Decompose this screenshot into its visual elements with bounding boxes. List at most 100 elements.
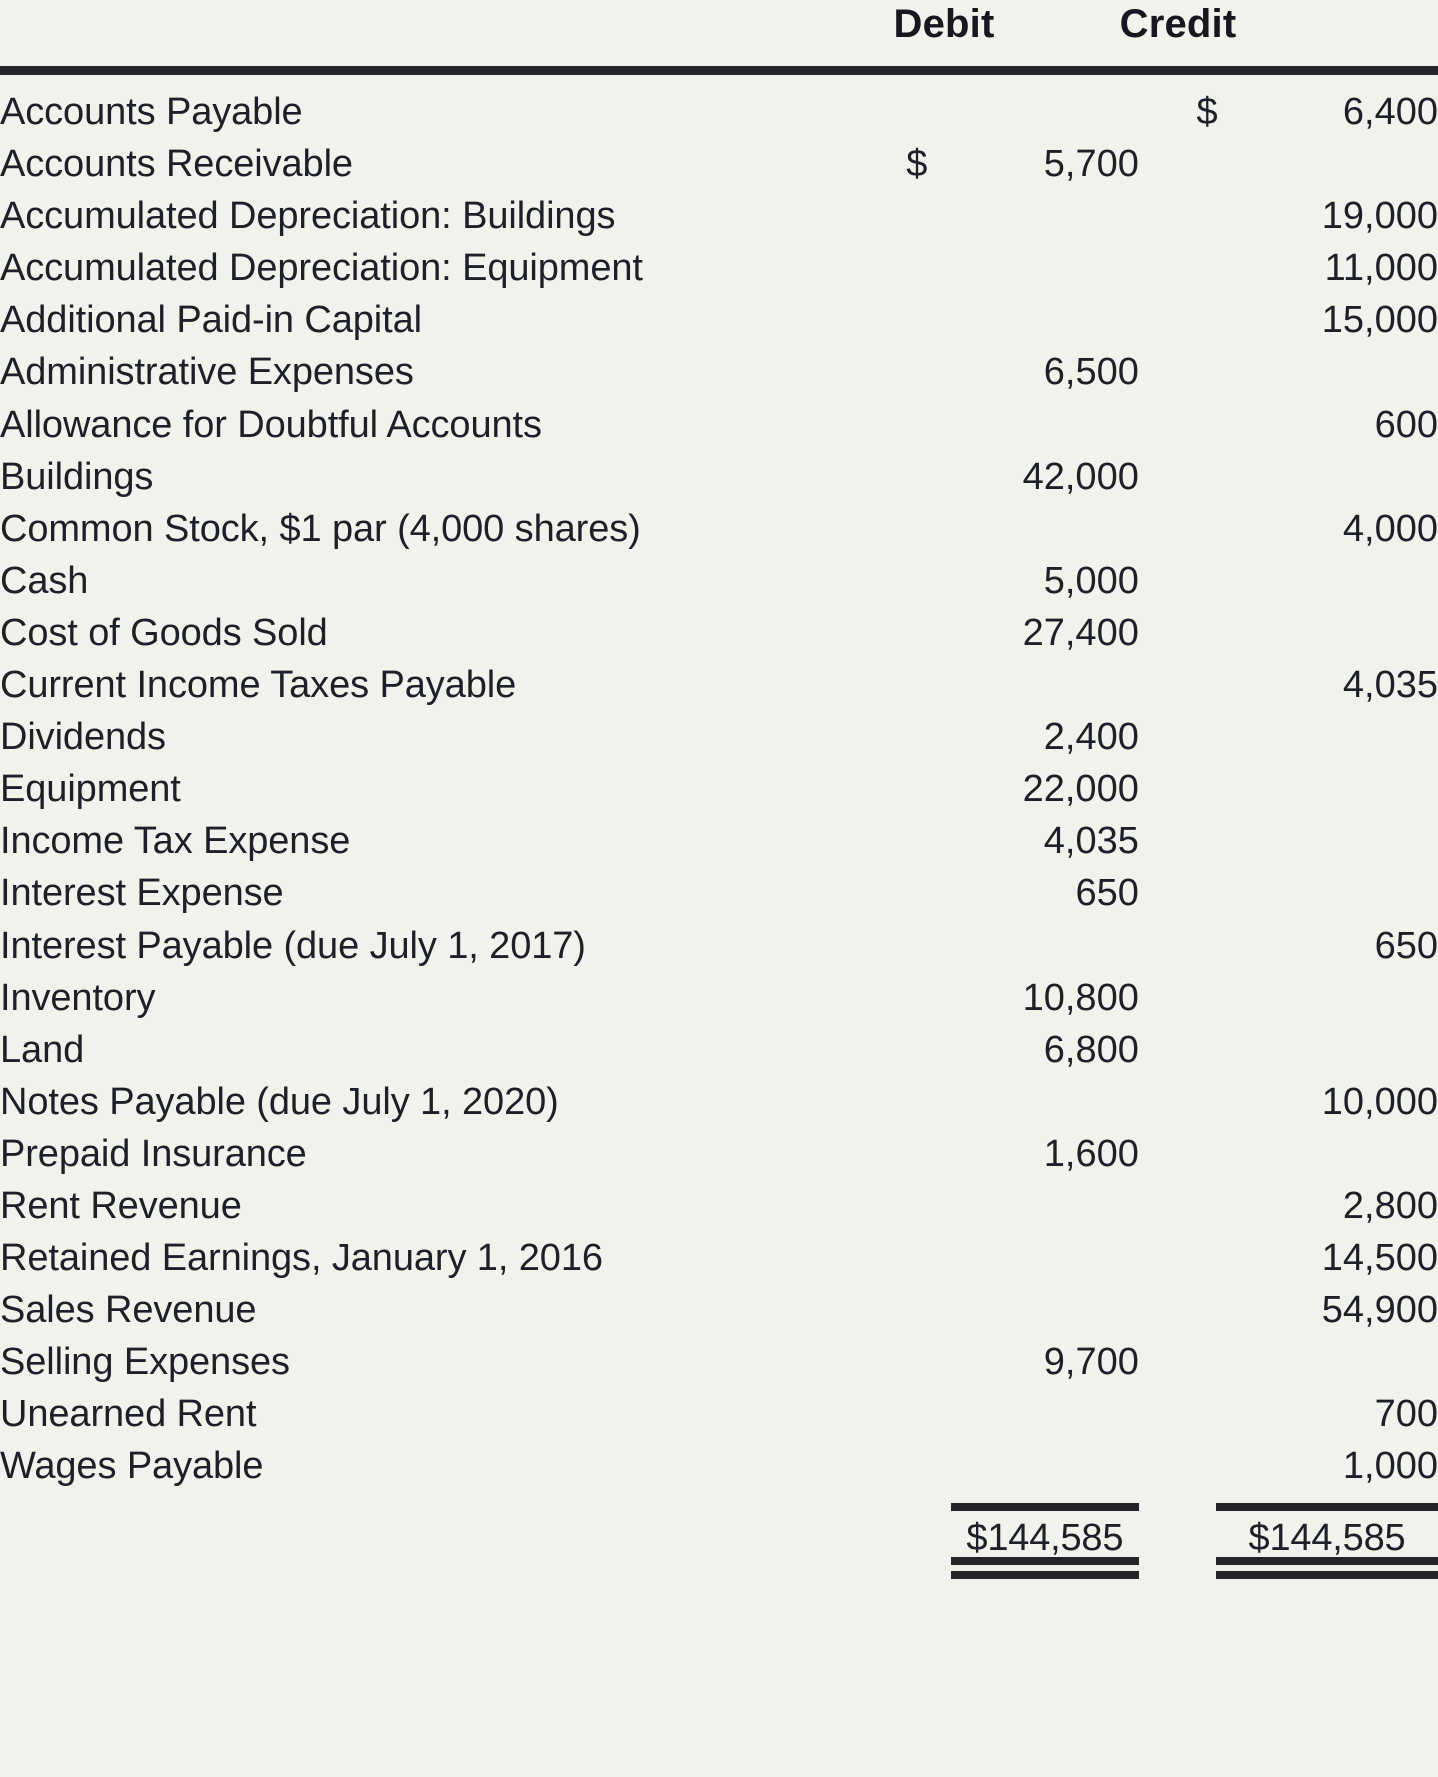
debit-currency-symbol xyxy=(906,1076,955,1128)
credit-amount-cell xyxy=(1247,607,1438,659)
account-name-cell: Accumulated Depreciation: Buildings xyxy=(0,195,616,238)
debit-currency-symbol xyxy=(906,1128,955,1180)
credit-amount-cell: 11,000 xyxy=(1324,247,1438,290)
debit-amount-cell: 42,000 xyxy=(1022,455,1139,498)
debit-amount-cell xyxy=(955,1388,1139,1440)
credit-amount-cell xyxy=(1247,867,1438,919)
table-row: Equipment 22,000 xyxy=(0,763,1438,815)
debit-currency-symbol xyxy=(906,607,955,659)
credit-amount-cell xyxy=(1247,711,1438,763)
account-name-cell: Buildings xyxy=(0,455,154,498)
credit-amount-cell: 54,900 xyxy=(1321,1289,1438,1332)
credit-amount-cell: 14,500 xyxy=(1321,1237,1438,1280)
debit-amount-cell xyxy=(955,399,1139,451)
credit-currency-symbol xyxy=(1196,1180,1247,1232)
debit-amount-cell: 27,400 xyxy=(1022,611,1139,654)
debit-amount-cell: 2,400 xyxy=(1043,716,1139,759)
column-gap xyxy=(1139,815,1197,867)
debit-amount-cell xyxy=(955,1440,1139,1492)
column-gap xyxy=(1139,1388,1197,1440)
account-name-cell: Accounts Payable xyxy=(0,91,303,133)
table-row: Income Tax Expense 4,035 xyxy=(0,815,1438,867)
account-name-cell: Notes Payable (due July 1, 2020) xyxy=(0,1080,559,1123)
credit-currency-symbol xyxy=(1196,607,1247,659)
column-gap xyxy=(1139,399,1197,451)
credit-currency-symbol xyxy=(1196,763,1247,815)
column-gap xyxy=(1139,711,1197,763)
table-row: Accounts Receivable $5,700 xyxy=(0,138,1438,190)
debit-amount-cell: 650 xyxy=(1075,872,1139,915)
table-row: Administrative Expenses 6,500 xyxy=(0,346,1438,398)
table-row: Common Stock, $1 par (4,000 shares) 4,000 xyxy=(0,503,1438,555)
debit-amount-cell: 5,000 xyxy=(1043,559,1139,602)
credit-amount-cell: 19,000 xyxy=(1321,195,1438,238)
credit-currency-symbol xyxy=(1196,346,1247,398)
table-row: Accumulated Depreciation: Equipment 11,00… xyxy=(0,242,1438,294)
table-row: Cost of Goods Sold 27,400 xyxy=(0,607,1438,659)
account-name-cell: Prepaid Insurance xyxy=(0,1132,307,1175)
column-gap xyxy=(1139,1232,1197,1284)
credit-amount-cell: 4,000 xyxy=(1342,507,1438,550)
debit-currency-symbol xyxy=(906,1440,955,1492)
debit-amount-cell xyxy=(955,503,1139,555)
debit-total-rule-bottom-1 xyxy=(950,1556,1139,1565)
table-row: Wages Payable 1,000 xyxy=(0,1440,1438,1492)
table-row: Rent Revenue 2,800 xyxy=(0,1180,1438,1232)
column-headers: Debit Credit xyxy=(0,0,1438,62)
debit-amount-cell xyxy=(955,1232,1139,1284)
debit-currency-symbol xyxy=(906,1284,955,1336)
credit-currency-symbol xyxy=(1196,867,1247,919)
table-row: Current Income Taxes Payable 4,035 xyxy=(0,659,1438,711)
credit-amount-cell: 2,800 xyxy=(1342,1184,1438,1227)
debit-currency-symbol xyxy=(906,711,955,763)
account-name-cell: Administrative Expenses xyxy=(0,351,414,394)
credit-currency-symbol: $ xyxy=(1196,91,1218,133)
table-row: Land 6,800 xyxy=(0,1024,1438,1076)
account-name-cell: Current Income Taxes Payable xyxy=(0,664,517,707)
credit-currency-symbol xyxy=(1196,242,1247,294)
table-row: Accumulated Depreciation: Buildings 19,00… xyxy=(0,190,1438,242)
debit-currency-symbol xyxy=(906,294,955,346)
debit-currency-symbol xyxy=(906,972,955,1024)
credit-total-rule-top xyxy=(1216,1502,1438,1511)
account-name-cell: Allowance for Doubtful Accounts xyxy=(0,403,542,446)
debit-currency-symbol xyxy=(906,190,955,242)
column-gap xyxy=(1139,1076,1197,1128)
table-row: Interest Expense 650 xyxy=(0,867,1438,919)
credit-amount-cell: 600 xyxy=(1374,403,1438,446)
credit-amount-cell xyxy=(1247,1128,1438,1180)
trial-balance-table: Accounts Payable $6,400 Accounts Receivabl… xyxy=(0,86,1438,1579)
debit-currency-symbol xyxy=(906,1388,955,1440)
credit-amount-cell: 15,000 xyxy=(1321,299,1438,342)
debit-currency-symbol xyxy=(906,867,955,919)
credit-currency-symbol xyxy=(1196,451,1247,503)
column-gap xyxy=(1139,1284,1197,1336)
column-gap xyxy=(1139,555,1197,607)
credit-currency-symbol xyxy=(1196,138,1247,190)
column-gap xyxy=(1139,86,1197,138)
debit-amount-cell xyxy=(955,86,1139,138)
credit-amount-cell: 700 xyxy=(1374,1393,1438,1436)
debit-total-rule-bottom-2 xyxy=(950,1570,1139,1579)
account-name-cell: Interest Payable (due July 1, 2017) xyxy=(0,924,586,967)
account-name-cell: Cash xyxy=(0,559,89,602)
credit-currency-symbol xyxy=(1196,972,1247,1024)
debit-amount-cell xyxy=(955,659,1139,711)
table-row: Buildings 42,000 xyxy=(0,451,1438,503)
account-name-cell: Income Tax Expense xyxy=(0,820,351,863)
debit-currency-symbol xyxy=(906,815,955,867)
debit-currency-symbol xyxy=(906,86,955,138)
column-gap xyxy=(1139,1024,1197,1076)
credit-currency-symbol xyxy=(1196,190,1247,242)
debit-total-box: $144,585 xyxy=(950,1502,1139,1579)
credit-currency-symbol xyxy=(1196,1024,1247,1076)
column-gap xyxy=(1139,1128,1197,1180)
credit-currency-symbol xyxy=(1196,659,1247,711)
debit-currency-symbol xyxy=(906,399,955,451)
column-gap xyxy=(1139,920,1197,972)
debit-amount-cell: 5,700 xyxy=(1043,143,1139,186)
credit-currency-symbol xyxy=(1196,1128,1247,1180)
debit-amount-cell xyxy=(955,1180,1139,1232)
debit-amount-cell: 6,800 xyxy=(1043,1028,1139,1071)
column-gap xyxy=(1139,294,1197,346)
